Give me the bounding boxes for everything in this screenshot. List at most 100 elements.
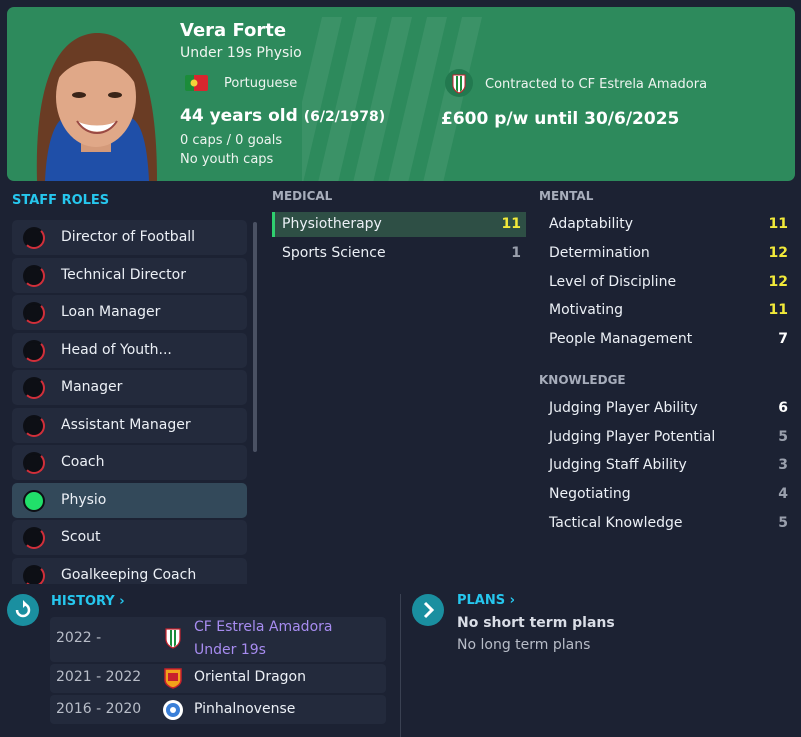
staff-roles-list[interactable]: Director of Football Technical Director … [12,220,247,584]
history-club-link[interactable]: CF Estrela Amadora [194,619,332,635]
pinhalnovense-badge-icon [163,700,183,720]
role-status-icon [23,377,45,399]
portugal-flag-icon [185,75,208,91]
role-item-loan-manager[interactable]: Loan Manager [12,295,247,330]
attr-label: Judging Staff Ability [549,457,687,473]
attr-people-management[interactable]: People Management 7 [539,327,793,352]
estrela-shield-icon [452,74,466,94]
role-label: Loan Manager [61,304,161,320]
staff-photo [17,17,172,181]
history-icon[interactable] [7,594,39,626]
plans-icon[interactable] [412,594,444,626]
attr-motivating[interactable]: Motivating 11 [539,298,793,323]
role-item-director-of-football[interactable]: Director of Football [12,220,247,255]
attr-label: Level of Discipline [549,274,677,290]
short-term-plans-text: No short term plans [457,615,615,631]
attr-label: Adaptability [549,216,634,232]
attr-label: Tactical Knowledge [549,515,683,531]
attr-level-of-discipline[interactable]: Level of Discipline 12 [539,270,793,295]
history-arrow-icon [15,600,31,618]
staff-role-subtitle: Under 19s Physio [180,45,302,61]
attr-determination[interactable]: Determination 12 [539,241,793,266]
history-club-link[interactable]: Pinhalnovense [194,701,295,717]
estrela-badge-icon [165,628,181,649]
role-status-icon [23,490,45,512]
role-label: Manager [61,379,123,395]
role-label: Assistant Manager [61,417,191,433]
role-item-assistant-manager[interactable]: Assistant Manager [12,408,247,443]
attr-physiotherapy[interactable]: Physiotherapy 11 [272,212,526,237]
role-item-manager[interactable]: Manager [12,370,247,405]
age-value: 44 years old [180,106,298,126]
role-item-physio[interactable]: Physio [12,483,247,518]
role-label: Coach [61,454,105,470]
attr-label: People Management [549,331,693,347]
attr-label: Motivating [549,302,624,318]
history-row: 2021 - 2022 Oriental Dragon [50,664,386,693]
attr-negotiating[interactable]: Negotiating 4 [539,482,793,507]
role-label: Goalkeeping Coach [61,567,197,583]
history-team-link[interactable]: Under 19s [194,642,266,658]
staff-roles-title: STAFF ROLES [12,193,110,208]
attr-value: 3 [778,457,788,473]
attr-label: Judging Player Ability [549,400,698,416]
attr-tactical-knowledge[interactable]: Tactical Knowledge 5 [539,511,793,536]
attr-value: 12 [768,245,788,261]
role-status-icon [23,452,45,474]
attr-judging-player-potential[interactable]: Judging Player Potential 5 [539,425,793,450]
attr-value: 11 [768,302,788,318]
role-status-icon [23,302,45,324]
attr-judging-player-ability[interactable]: Judging Player Ability 6 [539,396,793,421]
attr-label: Judging Player Potential [549,429,716,445]
attr-value: 5 [778,429,788,445]
attr-judging-staff-ability[interactable]: Judging Staff Ability 3 [539,453,793,478]
roles-scrollbar[interactable] [253,222,257,452]
contract-label[interactable]: Contracted to CF Estrela Amadora [485,77,707,92]
attr-value: 5 [778,515,788,531]
role-status-icon [23,265,45,287]
medical-title: MEDICAL [272,189,333,203]
club-badge-icon[interactable] [445,69,473,97]
role-item-goalkeeping-coach[interactable]: Goalkeeping Coach [12,558,247,584]
attr-label: Negotiating [549,486,631,502]
role-status-icon [23,227,45,249]
chevron-right-icon [423,601,435,619]
staff-name: Vera Forte [180,20,287,41]
youth-caps-label: No youth caps [180,152,274,167]
long-term-plans-text: No long term plans [457,637,591,653]
role-item-coach[interactable]: Coach [12,445,247,480]
caps-label: 0 caps / 0 goals [180,133,283,148]
attr-value: 1 [511,245,521,261]
role-status-icon [23,415,45,437]
dob-value: (6/2/1978) [303,109,386,125]
attr-label: Physiotherapy [282,216,382,232]
role-item-head-of-youth[interactable]: Head of Youth... [12,333,247,368]
attr-sports-science[interactable]: Sports Science 1 [272,241,526,266]
role-status-icon [23,527,45,549]
role-status-icon [23,340,45,362]
role-label: Director of Football [61,229,196,245]
chevron-right-icon: › [119,594,125,609]
knowledge-title: KNOWLEDGE [539,373,626,387]
history-club-link[interactable]: Oriental Dragon [194,669,306,685]
history-title: HISTORY [51,594,115,609]
attr-adaptability[interactable]: Adaptability 11 [539,212,793,237]
attr-value: 7 [778,331,788,347]
role-label: Technical Director [61,267,186,283]
attr-value: 11 [501,216,521,232]
role-item-scout[interactable]: Scout [12,520,247,555]
plans-title-link[interactable]: PLANS › [457,593,515,608]
history-title-link[interactable]: HISTORY › [51,594,125,609]
history-years: 2021 - 2022 [56,669,142,685]
history-row: 2022 - CF Estrela Amadora Under 19s [50,617,386,662]
role-item-technical-director[interactable]: Technical Director [12,258,247,293]
nationality-label[interactable]: Portuguese [224,76,297,91]
chevron-right-icon: › [509,593,516,608]
attr-value: 4 [778,486,788,502]
history-years: 2022 - [56,630,102,646]
wage-label: £600 p/w until 30/6/2025 [441,109,680,129]
role-label: Physio [61,492,107,508]
history-row: 2016 - 2020 Pinhalnovense [50,695,386,724]
attr-value: 12 [768,274,788,290]
age-label: 44 years old (6/2/1978) [180,106,385,126]
